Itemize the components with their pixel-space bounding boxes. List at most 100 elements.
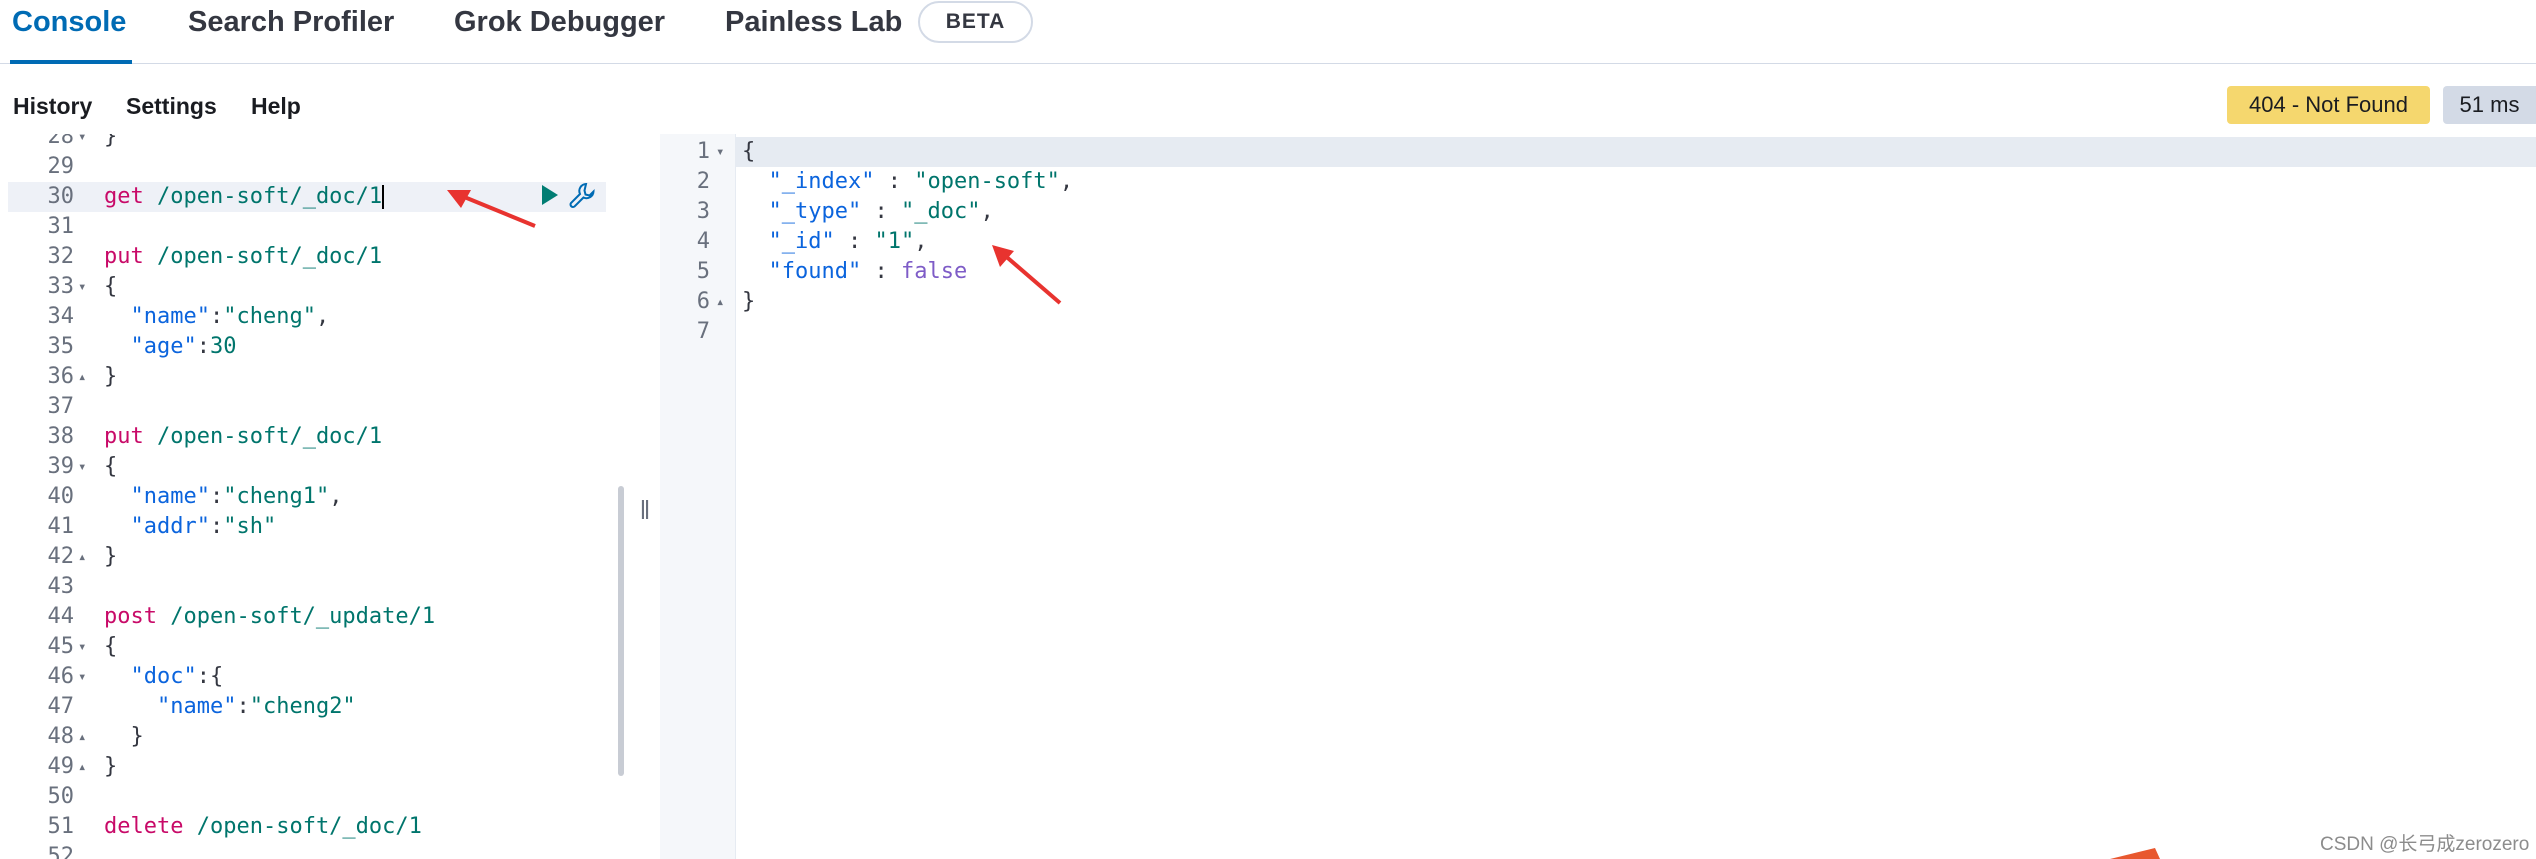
output-line: 1 ▾ {: [660, 137, 1560, 167]
line-number: 44: [47, 604, 75, 629]
code-text: put /open-soft/_doc/1: [104, 244, 383, 269]
line-number: 41: [47, 514, 75, 539]
output-line: 5 "found" : false: [660, 257, 1560, 287]
line-number: 31: [47, 214, 75, 239]
line-number: 6: [696, 289, 710, 314]
output-line: 2 "_index" : "open-soft",: [660, 167, 1560, 197]
line-number: 2: [696, 169, 710, 194]
fold-toggle-icon[interactable]: ▾: [716, 137, 730, 167]
menu-help[interactable]: Help: [251, 93, 301, 120]
line-number: 50: [47, 784, 75, 809]
editor-line[interactable]: 51 delete /open-soft/_doc/1: [8, 812, 608, 842]
code-text: put /open-soft/_doc/1: [104, 424, 383, 449]
fold-toggle-icon[interactable]: ▴: [716, 287, 730, 317]
code-text: {: [104, 274, 118, 299]
code-text: }: [104, 754, 118, 779]
panel-resizer[interactable]: ‖: [636, 480, 654, 540]
code-text: }: [742, 289, 756, 314]
code-text: "age":30: [130, 334, 237, 359]
fold-toggle-icon[interactable]: ▴: [78, 752, 92, 782]
line-number: 43: [47, 574, 75, 599]
annotation-arrow: [2110, 848, 2160, 859]
code-text: "_index" : "open-soft",: [768, 169, 1074, 194]
fold-toggle-icon[interactable]: ▾: [78, 632, 92, 662]
editor-line[interactable]: 32 put /open-soft/_doc/1: [8, 242, 608, 272]
code-text: "addr":"sh": [130, 514, 277, 539]
editor-line[interactable]: 35 "age":30: [8, 332, 608, 362]
line-number: 32: [47, 244, 75, 269]
fold-toggle-icon[interactable]: ▴: [78, 362, 92, 392]
code-text: "found" : false: [768, 259, 968, 284]
code-text: }: [130, 724, 144, 749]
tab-grok-debugger[interactable]: Grok Debugger: [454, 6, 665, 39]
fold-toggle-icon[interactable]: ▾: [78, 452, 92, 482]
line-number: 3: [696, 199, 710, 224]
output-line: 6 ▴}: [660, 287, 1560, 317]
tab-search-profiler[interactable]: Search Profiler: [188, 6, 394, 39]
editor-line[interactable]: 41 "addr":"sh": [8, 512, 608, 542]
line-number: 52: [47, 844, 75, 859]
line-number: 28: [47, 134, 75, 149]
editor-line[interactable]: 46 ▾ "doc":{: [8, 662, 608, 692]
top-tab-bar: Console Search Profiler Grok Debugger Pa…: [0, 0, 2536, 64]
editor-line[interactable]: 36 ▴}: [8, 362, 608, 392]
request-editor[interactable]: 28 ▾} 29 30 get /open-soft/_doc/1 31 32 put /op…: [8, 134, 626, 859]
editor-line[interactable]: 52: [8, 842, 608, 859]
code-text: {: [742, 139, 756, 164]
line-number: 49: [47, 754, 75, 779]
editor-line[interactable]: 43: [8, 572, 608, 602]
response-output: 1 ▾{2 "_index" : "open-soft", 3 "_type" : …: [660, 134, 2536, 859]
fold-toggle-icon[interactable]: ▴: [78, 542, 92, 572]
tab-console[interactable]: Console: [12, 6, 126, 39]
editor-line[interactable]: 40 "name":"cheng1",: [8, 482, 608, 512]
code-text: {: [104, 634, 118, 659]
fold-toggle-icon[interactable]: ▾: [78, 662, 92, 692]
editor-line[interactable]: 49 ▴}: [8, 752, 608, 782]
menu-history[interactable]: History: [13, 93, 92, 120]
code-text: "_id" : "1",: [768, 229, 928, 254]
fold-toggle-icon[interactable]: ▾: [78, 134, 92, 152]
line-number: 34: [47, 304, 75, 329]
code-text: }: [104, 544, 118, 569]
line-number: 38: [47, 424, 75, 449]
line-number: 33: [47, 274, 75, 299]
code-text: delete /open-soft/_doc/1: [104, 814, 422, 839]
play-icon[interactable]: [540, 183, 560, 207]
editor-line[interactable]: 45 ▾ {: [8, 632, 608, 662]
editor-line[interactable]: 47 "name":"cheng2": [8, 692, 608, 722]
tab-active-indicator: [10, 60, 132, 64]
text-cursor: [382, 185, 385, 209]
editor-line[interactable]: 34 "name":"cheng",: [8, 302, 608, 332]
editor-line[interactable]: 39 ▾ {: [8, 452, 608, 482]
line-number: 30: [47, 184, 75, 209]
editor-line[interactable]: 50: [8, 782, 608, 812]
editor-line[interactable]: 38 put /open-soft/_doc/1: [8, 422, 608, 452]
line-number: 42: [47, 544, 75, 569]
wrench-icon[interactable]: [568, 180, 598, 210]
editor-line[interactable]: 37: [8, 392, 608, 422]
annotation-arrow: [992, 245, 1062, 305]
editor-line[interactable]: 29: [8, 152, 608, 182]
code-text: "name":"cheng",: [130, 304, 330, 329]
fold-toggle-icon[interactable]: ▴: [78, 722, 92, 752]
menu-settings[interactable]: Settings: [126, 93, 217, 120]
code-text: get /open-soft/_doc/1: [104, 184, 385, 209]
tab-painless-lab[interactable]: Painless Lab: [725, 6, 902, 39]
editor-line[interactable]: 44 post /open-soft/_update/1: [8, 602, 608, 632]
line-number: 36: [47, 364, 75, 389]
editor-scrollbar[interactable]: [618, 486, 624, 776]
editor-line[interactable]: 48 ▴ }: [8, 722, 608, 752]
editor-line[interactable]: 42 ▴}: [8, 542, 608, 572]
output-line: 3 "_type" : "_doc",: [660, 197, 1560, 227]
request-time-badge: 51 ms: [2443, 86, 2536, 124]
annotation-arrow: [447, 190, 536, 228]
line-number: 37: [47, 394, 75, 419]
status-badge: 404 - Not Found: [2227, 86, 2430, 124]
output-line: 4 "_id" : "1",: [660, 227, 1560, 257]
code-text: }: [104, 364, 118, 389]
editor-line[interactable]: 28 ▾}: [8, 134, 608, 152]
line-number: 1: [696, 139, 710, 164]
line-number: 35: [47, 334, 75, 359]
fold-toggle-icon[interactable]: ▾: [78, 272, 92, 302]
editor-line[interactable]: 33 ▾ {: [8, 272, 608, 302]
